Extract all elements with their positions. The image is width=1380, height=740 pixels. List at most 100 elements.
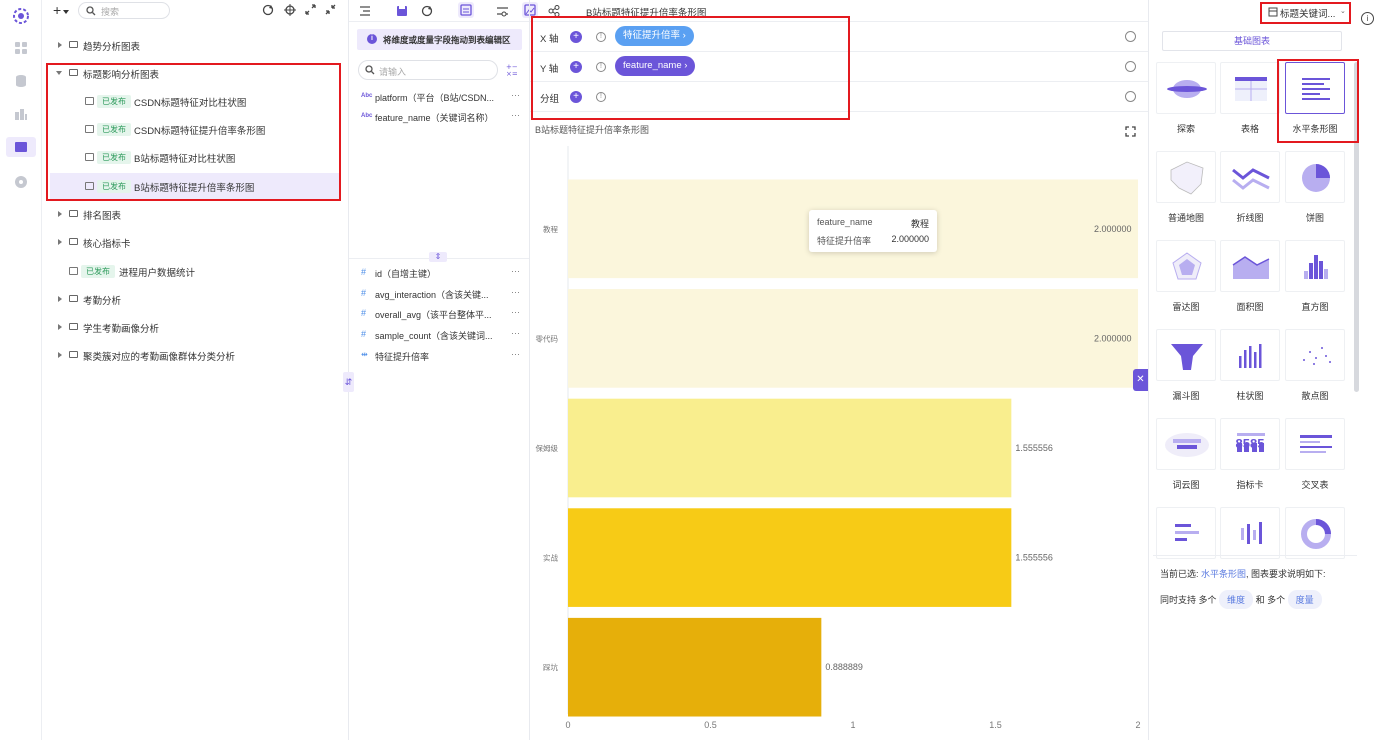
dimension-tag: 维度 bbox=[1219, 590, 1254, 609]
tree-folder-student[interactable]: 学生考勤画像分析 bbox=[42, 314, 347, 341]
close-panel-button[interactable]: ✕ bbox=[1133, 369, 1148, 391]
measure-field[interactable]: # id（自增主键） ··· bbox=[361, 266, 521, 284]
tooltip-val-1: 教程 bbox=[910, 219, 929, 229]
field-more-button[interactable]: ··· bbox=[511, 287, 520, 297]
measure-field[interactable]: # sample_count（含该关键词... ··· bbox=[361, 328, 521, 346]
locate-icon[interactable] bbox=[284, 4, 296, 16]
caret-right-icon[interactable] bbox=[58, 211, 62, 217]
chart-type-map[interactable] bbox=[1156, 151, 1216, 203]
group-settings-icon[interactable] bbox=[1125, 91, 1136, 102]
chart-type-line[interactable] bbox=[1220, 151, 1280, 203]
chart-type-donut[interactable] bbox=[1285, 507, 1345, 559]
chart-folder-nav[interactable] bbox=[6, 137, 36, 157]
svg-text:×=: ×= bbox=[506, 70, 518, 77]
tree-chart-item[interactable]: 已发布 B站标题特征对比柱状图 bbox=[42, 144, 347, 171]
y-axis-field-pill[interactable]: feature_name › bbox=[615, 56, 696, 76]
chart-type-stacked-bar[interactable] bbox=[1156, 507, 1216, 559]
collapse-icon[interactable] bbox=[325, 4, 336, 15]
add-y-field-icon[interactable]: + bbox=[570, 61, 582, 73]
measure-field[interactable]: # avg_interaction（含该关键... ··· bbox=[361, 287, 521, 305]
field-name: overall_avg（该平台整体平... bbox=[375, 310, 492, 320]
calc-field-icon[interactable]: +−×= bbox=[505, 63, 519, 77]
current-chart-name: 水平条形图 bbox=[1201, 569, 1247, 579]
tree-chart-item[interactable]: 已发布 进程用户数据统计 bbox=[42, 258, 347, 285]
caret-down-icon[interactable] bbox=[56, 71, 62, 75]
field-more-button[interactable]: ··· bbox=[511, 90, 520, 100]
tree-chart-item-selected[interactable]: 已发布 B站标题特征提升倍率条形图 bbox=[50, 173, 340, 200]
chart-file-icon bbox=[85, 153, 94, 161]
dimension-field[interactable]: Abc platform（平台（B站/CSDN... ··· bbox=[361, 90, 521, 108]
calculated-field[interactable]: ⇹ 特征提升倍率 ··· bbox=[361, 349, 521, 367]
field-more-button[interactable]: ··· bbox=[511, 349, 520, 359]
chart-types-scrollbar[interactable] bbox=[1354, 62, 1359, 392]
tree-folder-cluster[interactable]: 聚类簇对应的考勤画像群体分类分析 bbox=[42, 342, 347, 369]
chart-type-box[interactable] bbox=[1220, 507, 1280, 559]
tree-folder-trend[interactable]: 趋势分析图表 bbox=[42, 32, 347, 59]
folder-icon bbox=[69, 210, 78, 217]
tree-folder-title-impact[interactable]: 标题影响分析图表 bbox=[42, 60, 347, 87]
tree-folder-attendance[interactable]: 考勤分析 bbox=[42, 286, 347, 313]
chart-type-crosstab[interactable] bbox=[1285, 418, 1345, 470]
expand-icon[interactable] bbox=[305, 4, 316, 15]
field-more-button[interactable]: ··· bbox=[511, 266, 520, 276]
bar bbox=[568, 289, 1138, 388]
tree-folder-kpi[interactable]: 核心指标卡 bbox=[42, 229, 347, 256]
chart-type-histogram[interactable] bbox=[1285, 240, 1345, 292]
y-axis-settings-icon[interactable] bbox=[1125, 61, 1136, 72]
x-axis-field-pill[interactable]: 特征提升倍率 › bbox=[615, 26, 694, 46]
fullscreen-icon[interactable] bbox=[1125, 126, 1136, 137]
x-axis-info-icon[interactable]: ! bbox=[596, 32, 606, 42]
field-more-button[interactable]: ··· bbox=[511, 110, 520, 120]
app-logo-icon[interactable] bbox=[11, 6, 31, 26]
published-badge: 已发布 bbox=[97, 95, 131, 108]
add-dropdown-icon[interactable] bbox=[63, 10, 69, 14]
chart-type-label: 普通地图 bbox=[1167, 213, 1204, 223]
y-axis-info-icon[interactable]: ! bbox=[596, 62, 606, 72]
caret-right-icon[interactable] bbox=[58, 42, 62, 48]
share-icon[interactable] bbox=[548, 5, 560, 17]
dimension-field[interactable]: Abc feature_name（关键词名称） ··· bbox=[361, 110, 521, 128]
add-icon[interactable]: + bbox=[53, 3, 61, 17]
caret-right-icon[interactable] bbox=[58, 324, 62, 330]
tree-search-input[interactable]: 搜索 bbox=[78, 2, 170, 19]
refresh-icon[interactable] bbox=[262, 4, 274, 16]
chart-type-wordcloud[interactable] bbox=[1156, 418, 1216, 470]
splitter-handle-icon[interactable]: ⇕ bbox=[429, 252, 447, 262]
field-more-button[interactable]: ··· bbox=[511, 328, 520, 338]
chart-type-funnel[interactable] bbox=[1156, 329, 1216, 381]
chart-type-area[interactable] bbox=[1220, 240, 1280, 292]
tree-chart-item[interactable]: 已发布 CSDN标题特征提升倍率条形图 bbox=[42, 116, 347, 143]
tree-item-label: 趋势分析图表 bbox=[83, 42, 141, 53]
x-axis-row: X 轴 + ! 特征提升倍率 › bbox=[530, 22, 1148, 52]
compass-icon[interactable] bbox=[13, 174, 29, 190]
support-prefix: 同时支持 多个 bbox=[1160, 595, 1217, 605]
caret-right-icon[interactable] bbox=[58, 239, 62, 245]
tree-item-label: CSDN标题特征对比柱状图 bbox=[134, 98, 247, 109]
chart-type-label: 水平条形图 bbox=[1292, 124, 1338, 134]
caret-right-icon[interactable] bbox=[58, 296, 62, 302]
database-icon[interactable] bbox=[13, 73, 29, 89]
add-group-field-icon[interactable]: + bbox=[570, 91, 582, 103]
tree-chart-item[interactable]: 已发布 CSDN标题特征对比柱状图 bbox=[42, 88, 347, 115]
chart-type-column[interactable] bbox=[1220, 329, 1280, 381]
chart-type-horizontal-bar[interactable] bbox=[1285, 62, 1345, 114]
group-info-icon[interactable]: ! bbox=[596, 92, 606, 102]
x-tick-label: 1.5 bbox=[989, 720, 1002, 730]
chart-type-pie[interactable] bbox=[1285, 151, 1345, 203]
x-axis-settings-icon[interactable] bbox=[1125, 31, 1136, 42]
chart-type-explore[interactable] bbox=[1156, 62, 1216, 114]
tree-toolbar: + 搜索 bbox=[42, 0, 349, 24]
measure-field[interactable]: # overall_avg（该平台整体平... ··· bbox=[361, 307, 521, 325]
chart-type-scatter[interactable] bbox=[1285, 329, 1345, 381]
apps-icon[interactable] bbox=[13, 40, 29, 56]
tree-folder-rank[interactable]: 排名图表 bbox=[42, 201, 347, 228]
field-search-input[interactable]: 请输入 bbox=[358, 60, 498, 80]
caret-right-icon[interactable] bbox=[58, 352, 62, 358]
chart-type-table[interactable] bbox=[1220, 62, 1280, 114]
add-x-field-icon[interactable]: + bbox=[570, 31, 582, 43]
published-badge: 已发布 bbox=[81, 265, 115, 278]
tree-item-label: 核心指标卡 bbox=[83, 239, 131, 250]
field-more-button[interactable]: ··· bbox=[511, 307, 520, 317]
chart-type-radar[interactable] bbox=[1156, 240, 1216, 292]
dashboard-icon[interactable] bbox=[13, 106, 29, 122]
